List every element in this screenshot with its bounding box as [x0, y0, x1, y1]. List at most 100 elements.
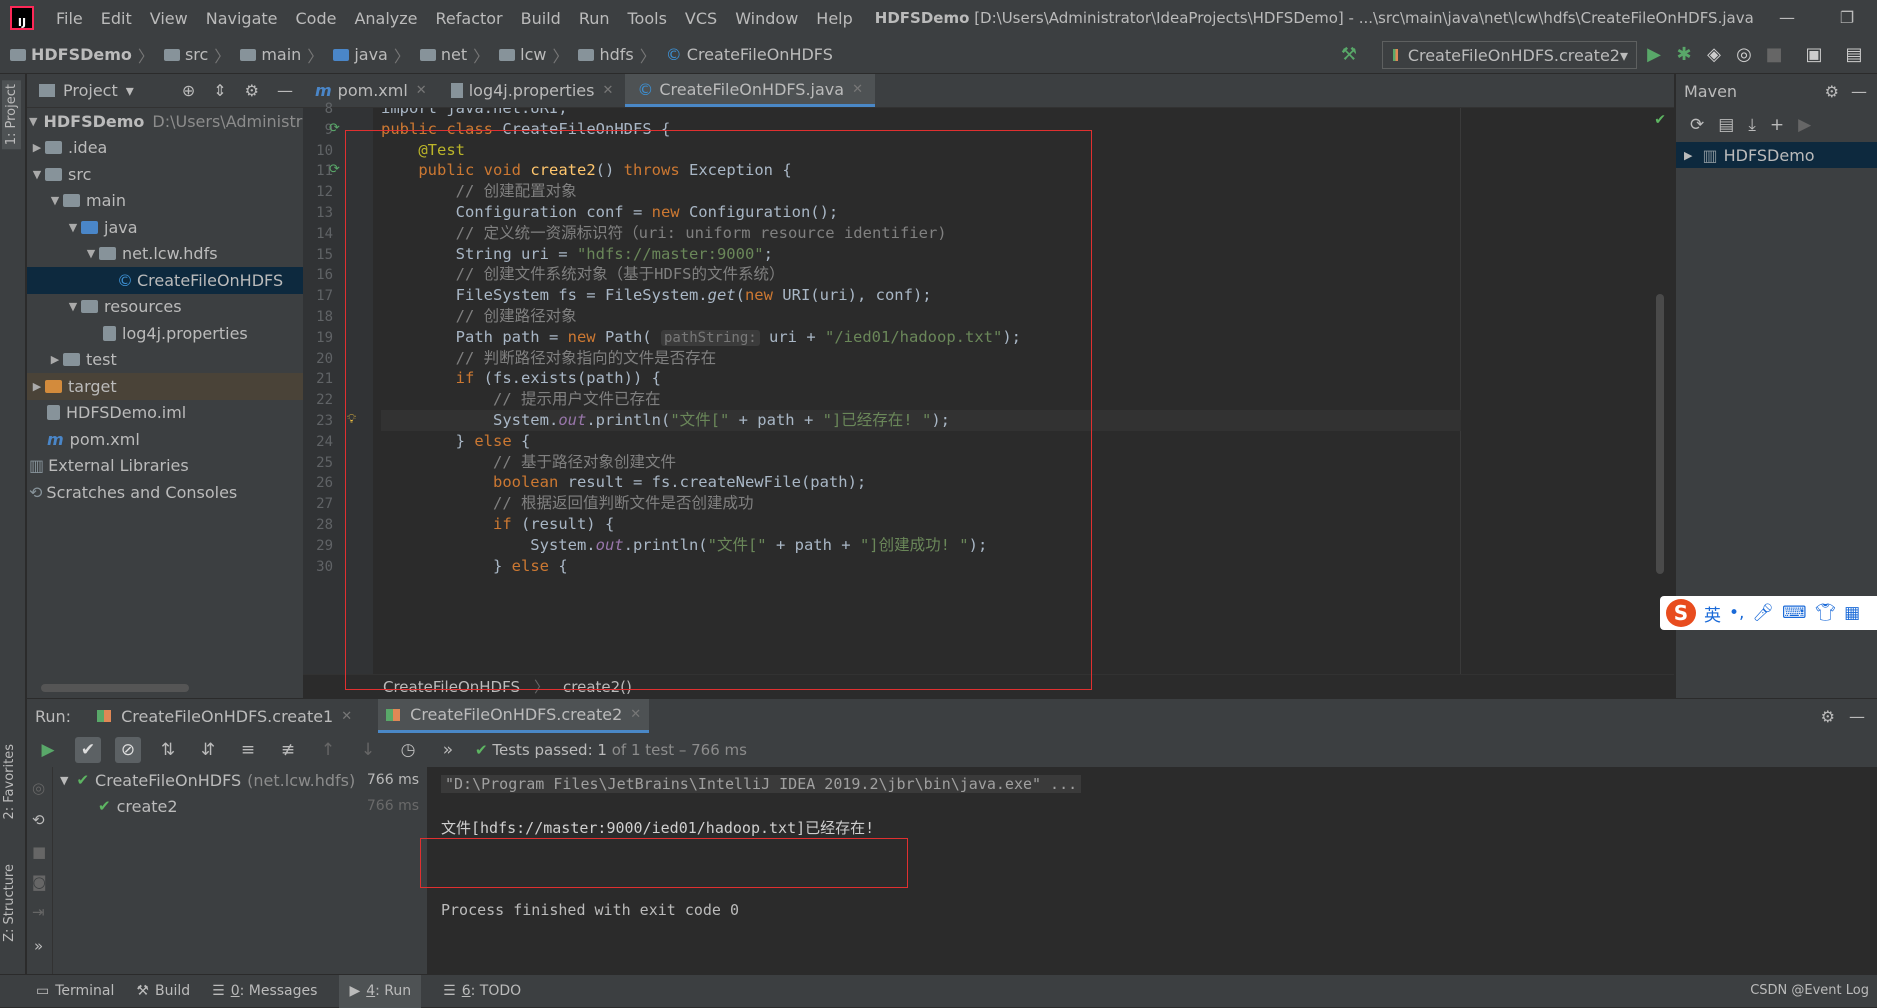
expand-all-icon[interactable]: ≡	[235, 737, 261, 763]
restore-icon[interactable]: ❐	[1817, 0, 1877, 36]
breadcrumb-net[interactable]: net 〉	[419, 43, 495, 67]
run-icon[interactable]: ▶	[1643, 44, 1665, 66]
tree-item-test[interactable]: ▶ test	[27, 347, 303, 374]
code-line[interactable]: System.out.println("文件[" + path + "]已经存在…	[381, 410, 1461, 431]
project-structure-icon[interactable]: ▣	[1803, 44, 1825, 66]
tab-structure[interactable]: Z: Structure	[2, 864, 17, 942]
code-line[interactable]: public void create2() throws Exception {	[381, 160, 791, 181]
code-line[interactable]: // 根据返回值判断文件是否创建成功	[381, 493, 754, 514]
coverage-icon[interactable]: ◈	[1703, 44, 1725, 66]
code-area[interactable]: import java.net.URI; public class CreateF…	[381, 108, 1674, 674]
menu-analyze[interactable]: Analyze	[354, 9, 417, 28]
sogou-logo-icon[interactable]: S	[1666, 599, 1696, 627]
more-icon[interactable]: »	[34, 937, 43, 955]
run-tool-button[interactable]: ▶ 4: Run	[339, 974, 422, 1008]
collapse-all-icon[interactable]: ≢	[275, 737, 301, 763]
tab-createfileonhdfs-java[interactable]: © CreateFileOnHDFS.java ✕	[625, 74, 875, 107]
editor-breadcrumb-method[interactable]: create2()	[563, 678, 632, 696]
tab-log4j-properties[interactable]: log4j.properties ✕	[439, 74, 626, 107]
tree-item-createfileonhdfs[interactable]: © CreateFileOnHDFS	[27, 267, 303, 294]
download-icon[interactable]: ⤓	[1748, 115, 1756, 135]
menu-tools[interactable]: Tools	[628, 9, 667, 28]
build-tool-button[interactable]: ⚒ Build	[136, 983, 190, 999]
project-view-select[interactable]: Project	[63, 81, 118, 100]
menu-refactor[interactable]: Refactor	[436, 9, 503, 28]
tree-item-resources[interactable]: ▼ resources	[27, 294, 303, 321]
tab-favorites[interactable]: 2: Favorites	[2, 744, 17, 820]
breadcrumb-project[interactable]: HDFSDemo 〉	[10, 43, 160, 67]
previous-icon[interactable]: ↑	[315, 737, 341, 763]
tree-item-target[interactable]: ▶ target	[27, 373, 303, 400]
keyboard-icon[interactable]: ⌨	[1782, 603, 1807, 623]
add-folder-icon[interactable]: ▤	[1718, 115, 1734, 135]
menu-file[interactable]: File	[56, 9, 83, 28]
minimize-icon[interactable]: —	[1757, 0, 1817, 36]
show-ignored-icon[interactable]: ⊘	[115, 737, 141, 763]
tree-item-idea[interactable]: ▶ .idea	[27, 135, 303, 162]
code-line[interactable]: public class CreateFileOnHDFS {	[381, 119, 670, 140]
breadcrumb-main[interactable]: main 〉	[240, 43, 329, 67]
menu-vcs[interactable]: VCS	[685, 9, 717, 28]
menu-code[interactable]: Code	[296, 9, 337, 28]
code-line[interactable]: import java.net.URI;	[381, 108, 568, 119]
tree-item-hdfsdemo[interactable]: ▼ HDFSDemo D:\Users\Administrato	[27, 108, 328, 135]
pin-icon[interactable]: ◎	[32, 779, 45, 797]
messages-tool-button[interactable]: ☰ 0: Messages	[212, 983, 317, 999]
menu-navigate[interactable]: Navigate	[206, 9, 278, 28]
breadcrumb-lcw[interactable]: lcw 〉	[499, 43, 574, 67]
gear-icon[interactable]: ⚙	[1825, 82, 1839, 101]
code-line[interactable]: Path path = new Path( pathString: uri + …	[381, 327, 1021, 348]
menu-build[interactable]: Build	[521, 9, 561, 28]
editor-breadcrumb-class[interactable]: CreateFileOnHDFS	[383, 678, 520, 696]
code-line[interactable]: System.out.println("文件[" + path + "]创建成功…	[381, 535, 987, 556]
code-line[interactable]: @Test	[381, 140, 465, 161]
breadcrumb-src[interactable]: src 〉	[163, 43, 236, 67]
code-line[interactable]: } else {	[381, 431, 531, 452]
code-line[interactable]: } else {	[381, 556, 568, 577]
hide-icon[interactable]: —	[277, 81, 293, 100]
history-icon[interactable]: ◷	[395, 737, 421, 763]
intention-bulb-icon[interactable]: 💡︎	[347, 412, 356, 427]
tree-item-java[interactable]: ▼ java	[27, 214, 303, 241]
locate-icon[interactable]: ⊕	[182, 81, 195, 100]
sort-duration-icon[interactable]: ⇵	[195, 737, 221, 763]
horizontal-scrollbar[interactable]	[41, 684, 189, 692]
restore-layout-icon[interactable]: ⟲	[32, 811, 45, 829]
code-line[interactable]: if (fs.exists(path)) {	[381, 368, 661, 389]
chevron-down-icon[interactable]: ▾	[126, 81, 134, 100]
console-output[interactable]: "D:\Program Files\JetBrains\IntelliJ IDE…	[427, 767, 1877, 975]
code-line[interactable]: // 创建路径对象	[381, 306, 577, 327]
menu-run[interactable]: Run	[579, 9, 610, 28]
hide-icon[interactable]: —	[1849, 707, 1865, 726]
maven-project-item[interactable]: ▶ ▥ HDFSDemo	[1676, 142, 1877, 168]
close-icon[interactable]: ✕	[630, 707, 641, 722]
code-line[interactable]: // 提示用户文件已存在	[381, 389, 661, 410]
breadcrumb-java[interactable]: java 〉	[333, 43, 416, 67]
tab-project[interactable]: 1: Project	[2, 80, 21, 150]
breadcrumb-hdfs[interactable]: hdfs 〉	[578, 43, 661, 67]
stop-icon[interactable]: ■	[32, 843, 46, 861]
microphone-icon[interactable]: 🎤︎	[1752, 603, 1774, 623]
tree-item-pom[interactable]: m pom.xml	[27, 426, 303, 453]
plus-icon[interactable]: +	[1770, 115, 1784, 135]
terminal-tool-button[interactable]: ▭ Terminal	[36, 983, 114, 999]
exit-icon[interactable]: ⇥	[32, 903, 45, 921]
todo-tool-button[interactable]: ☰ 6: TODO	[443, 983, 521, 999]
run-tab-create1[interactable]: CreateFileOnHDFS.create1 ✕	[89, 699, 360, 733]
tree-item-iml[interactable]: HDFSDemo.iml	[27, 400, 303, 427]
menu-view[interactable]: View	[150, 9, 188, 28]
sort-alpha-icon[interactable]: ⇅	[155, 737, 181, 763]
code-line[interactable]: Configuration conf = new Configuration()…	[381, 202, 839, 223]
gear-icon[interactable]: ⚙	[1821, 707, 1835, 726]
code-line[interactable]: FileSystem fs = FileSystem.get(new URI(u…	[381, 285, 932, 306]
tree-item-package[interactable]: ▼ net.lcw.hdfs	[27, 241, 303, 268]
code-line[interactable]: // 定义统一资源标识符（uri: uniform resource ident…	[381, 223, 947, 244]
vertical-scrollbar[interactable]	[1656, 294, 1664, 574]
close-icon[interactable]: ✕	[852, 82, 863, 97]
run-icon[interactable]: ▶	[1798, 115, 1811, 135]
tree-item-external-libraries[interactable]: ▥ External Libraries	[27, 453, 303, 480]
skin-icon[interactable]: 👕︎	[1815, 603, 1837, 623]
ime-language-toggle[interactable]: 英	[1704, 601, 1721, 626]
hide-icon[interactable]: —	[1851, 82, 1867, 101]
profile-icon[interactable]: ◎	[1733, 44, 1755, 66]
